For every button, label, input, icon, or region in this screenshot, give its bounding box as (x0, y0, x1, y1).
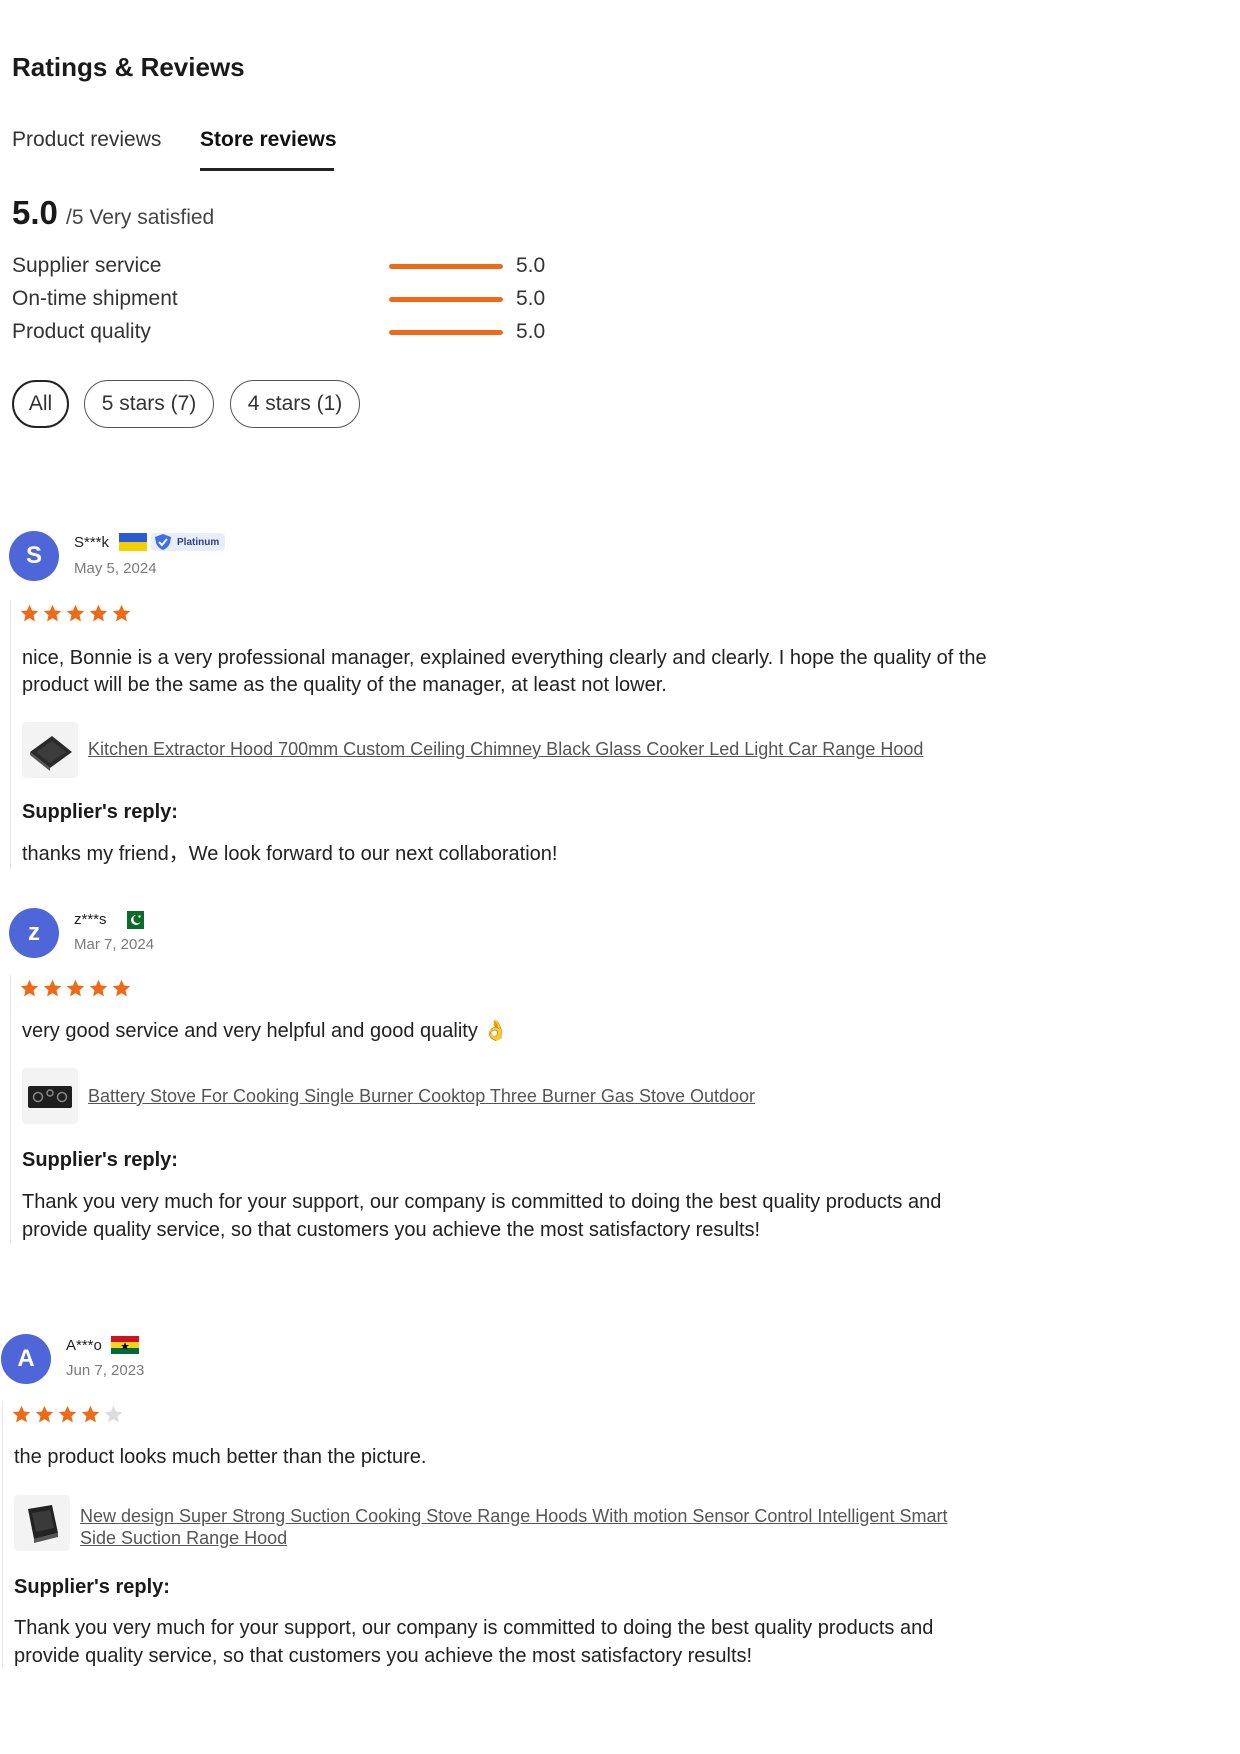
star-filled-icon (112, 979, 131, 997)
supplier-reply-text: Thank you very much for your support, ou… (14, 1617, 934, 1667)
metric-bar-on-time-shipment (389, 297, 503, 302)
star-filled-icon (20, 979, 39, 997)
review-divider (10, 600, 11, 870)
range-hood-icon (28, 1505, 58, 1543)
reviewer-name: z***s (74, 911, 107, 928)
star-filled-icon (112, 604, 131, 622)
badge-label: Platinum (177, 536, 220, 548)
active-tab-indicator (200, 168, 334, 171)
star-filled-icon (89, 979, 108, 997)
review-divider (2, 1401, 3, 1669)
supplier-reply-label: Supplier's reply: (14, 1576, 170, 1598)
star-filled-icon (89, 604, 108, 622)
stove-icon (28, 1086, 72, 1108)
ukraine-flag-icon (119, 533, 147, 551)
product-link[interactable]: Kitchen Extractor Hood 700mm Custom Ceil… (88, 738, 988, 760)
supplier-reply-text: Thank you very much for your support, ou… (22, 1191, 942, 1241)
review-text: very good service and very helpful and g… (22, 1020, 509, 1042)
star-filled-icon (58, 1405, 77, 1423)
platinum-badge: Platinum (151, 533, 226, 551)
product-thumbnail (22, 722, 78, 778)
star-rating (19, 603, 132, 624)
review-date: May 5, 2024 (74, 560, 157, 577)
range-hood-icon (30, 736, 72, 771)
page-title: Ratings & Reviews (12, 52, 245, 82)
metric-bar-fill (389, 297, 503, 302)
filter-all-button[interactable]: All (12, 380, 69, 428)
product-thumbnail (14, 1495, 70, 1551)
overall-score-suffix: /5 Very satisfied (66, 206, 215, 229)
star-filled-icon (20, 604, 39, 622)
metric-label-on-time-shipment: On-time shipment (12, 287, 178, 310)
star-filled-icon (66, 979, 85, 997)
supplier-reply-label: Supplier's reply: (22, 1149, 178, 1171)
product-link[interactable]: New design Super Strong Suction Cooking … (80, 1505, 980, 1549)
star-filled-icon (81, 1405, 100, 1423)
avatar: z (9, 908, 59, 958)
metric-value-product-quality: 5.0 (516, 320, 546, 343)
star-empty-icon (104, 1405, 123, 1423)
tab-store-reviews[interactable]: Store reviews (200, 128, 337, 152)
metric-value-supplier-service: 5.0 (516, 254, 546, 277)
pakistan-flag-icon (122, 911, 144, 929)
star-filled-icon (12, 1405, 31, 1423)
verified-shield-icon (155, 534, 171, 550)
metric-label-supplier-service: Supplier service (12, 254, 162, 277)
metric-bar-product-quality (389, 330, 503, 335)
metric-bar-supplier-service (389, 264, 503, 269)
star-rating (11, 1404, 124, 1425)
supplier-reply-label: Supplier's reply: (22, 801, 178, 823)
star-filled-icon (43, 979, 62, 997)
avatar: A (1, 1334, 51, 1384)
metric-value-on-time-shipment: 5.0 (516, 287, 546, 310)
review-date: Jun 7, 2023 (66, 1362, 145, 1379)
reviewer-name: S***k (74, 534, 110, 551)
metric-label-product-quality: Product quality (12, 320, 151, 343)
reviewer-name: A***o (66, 1337, 102, 1354)
filter-4-stars-button[interactable]: 4 stars (1) (230, 380, 360, 428)
product-link[interactable]: Battery Stove For Cooking Single Burner … (88, 1085, 988, 1107)
review-divider (10, 975, 11, 1243)
product-thumbnail (22, 1068, 78, 1124)
supplier-reply-text: thanks my friend，We look forward to our … (22, 843, 558, 865)
star-rating (19, 978, 132, 999)
ghana-flag-icon (111, 1336, 139, 1354)
review-text: nice, Bonnie is a very professional mana… (22, 647, 987, 696)
review-date: Mar 7, 2024 (74, 936, 155, 953)
metric-bar-fill (389, 264, 503, 269)
star-filled-icon (66, 604, 85, 622)
filter-5-stars-button[interactable]: 5 stars (7) (84, 380, 214, 428)
star-filled-icon (35, 1405, 54, 1423)
review-text: the product looks much better than the p… (14, 1446, 427, 1468)
tab-product-reviews[interactable]: Product reviews (12, 128, 161, 152)
overall-score: 5.0 (12, 194, 58, 231)
metric-bar-fill (389, 330, 503, 335)
avatar: S (9, 531, 59, 581)
star-filled-icon (43, 604, 62, 622)
